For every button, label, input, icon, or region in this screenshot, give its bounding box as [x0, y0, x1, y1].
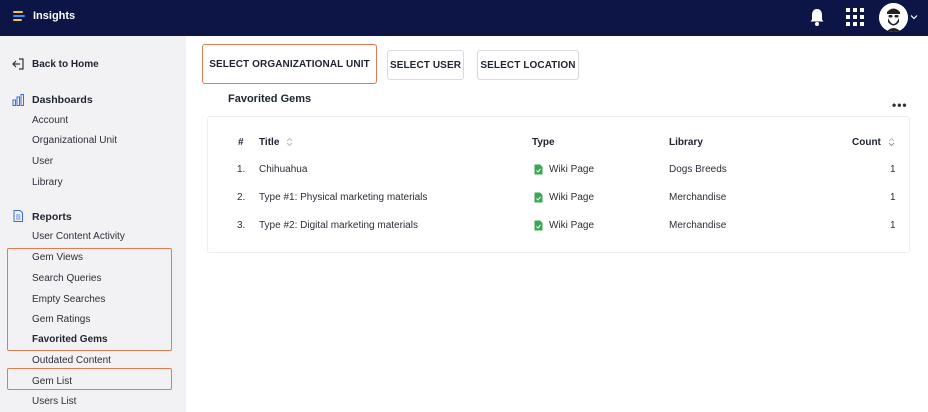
table-row-library: Dogs Breeds: [669, 164, 727, 175]
sidebar-item-library[interactable]: Library: [32, 177, 63, 188]
chevron-down-icon[interactable]: [910, 13, 918, 21]
column-header-type: Type: [532, 137, 555, 148]
dashboards-heading: Dashboards: [32, 94, 93, 106]
back-arrow-icon: [12, 58, 24, 70]
column-header-count[interactable]: Count: [852, 137, 895, 148]
sidebar-item-user-content-activity[interactable]: User Content Activity: [32, 231, 125, 242]
column-header-index: #: [238, 137, 244, 148]
table-row-library: Merchandise: [669, 220, 727, 231]
wiki-page-icon: [534, 164, 543, 175]
wiki-page-icon: [534, 220, 543, 231]
reports-heading: Reports: [32, 211, 72, 223]
table-row-library: Merchandise: [669, 192, 727, 203]
sidebar-item-account[interactable]: Account: [32, 115, 68, 126]
section-title: Favorited Gems: [228, 93, 312, 105]
table-row-index: 1.: [237, 164, 246, 175]
table-row-title[interactable]: Type #2: Digital marketing materials: [259, 220, 418, 231]
sort-icon[interactable]: [286, 137, 293, 147]
back-to-home-link[interactable]: Back to Home: [32, 59, 99, 70]
table-row-title[interactable]: Chihuahua: [259, 164, 307, 175]
menu-logo-icon[interactable]: [13, 11, 25, 23]
column-header-count-label: Count: [852, 137, 881, 148]
top-bar: Insights: [0, 0, 928, 36]
table-row-type: Wiki Page: [549, 164, 595, 175]
sidebar-item-users-list[interactable]: Users List: [32, 396, 76, 407]
favorited-gems-table: [207, 116, 910, 253]
column-header-library: Library: [669, 137, 703, 148]
table-row-type: Wiki Page: [549, 220, 595, 231]
table-row-type: Wiki Page: [549, 192, 595, 203]
column-header-title[interactable]: Title: [259, 137, 293, 148]
apps-grid-icon[interactable]: [846, 8, 864, 26]
sidebar-item-outdated-content[interactable]: Outdated Content: [32, 355, 111, 366]
highlight-box-gem-list: [7, 368, 172, 390]
sidebar-item-organizational-unit[interactable]: Organizational Unit: [32, 135, 117, 146]
select-user-button[interactable]: SELECT USER: [387, 50, 464, 80]
kebab-menu-icon[interactable]: •••: [892, 98, 908, 112]
app-title: Insights: [33, 10, 76, 22]
highlight-box-reports-group: [7, 248, 172, 351]
document-icon: [13, 210, 23, 222]
table-row-count: 1: [890, 192, 896, 203]
table-row-index: 3.: [237, 220, 246, 231]
table-row-count: 1: [890, 220, 896, 231]
table-row-title[interactable]: Type #1: Physical marketing materials: [259, 192, 427, 203]
table-row-count: 1: [890, 164, 896, 175]
user-avatar[interactable]: [879, 3, 908, 32]
wiki-page-icon: [534, 192, 543, 203]
column-header-title-label: Title: [259, 137, 280, 148]
table-row-index: 2.: [237, 192, 246, 203]
sort-icon[interactable]: [888, 137, 895, 147]
select-location-button[interactable]: SELECT LOCATION: [477, 50, 579, 80]
bar-chart-icon: [12, 94, 24, 106]
select-organizational-unit-button[interactable]: SELECT ORGANIZATIONAL UNIT: [202, 44, 377, 84]
sidebar-item-user[interactable]: User: [32, 156, 53, 167]
bell-icon[interactable]: [808, 7, 826, 27]
